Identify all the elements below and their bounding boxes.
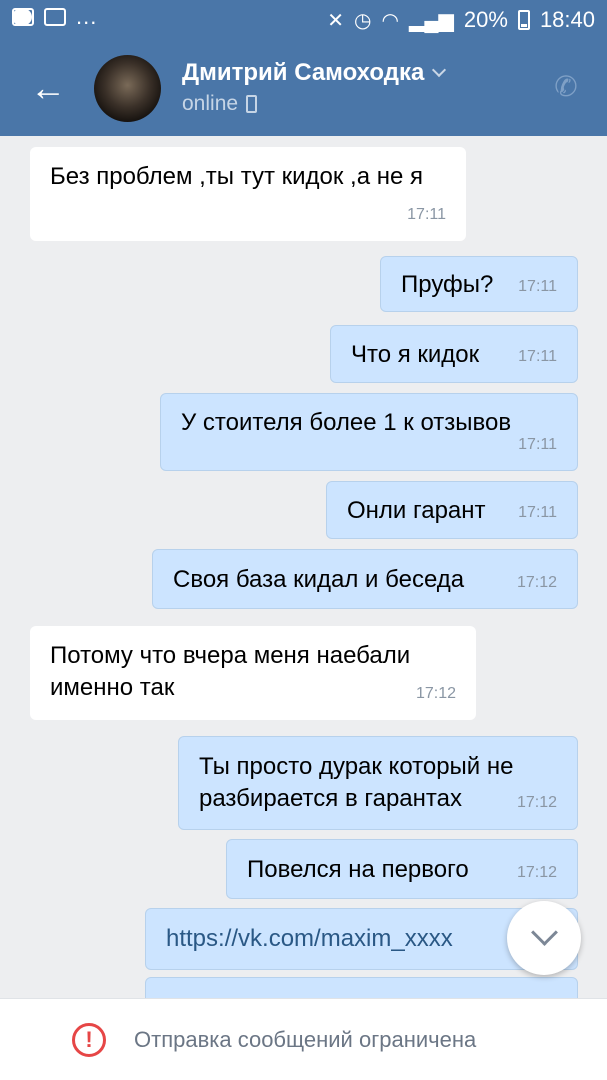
message-outgoing[interactable]: Онли гарант 17:11 (326, 481, 578, 539)
message-time: 17:12 (516, 864, 557, 881)
battery-icon (517, 10, 530, 30)
status-text: online (182, 92, 239, 115)
wifi-icon: ◠ (381, 9, 399, 32)
message-link[interactable]: https://vk.com/maxim_xxxx (166, 923, 557, 955)
avatar[interactable] (94, 55, 161, 122)
contact-status: online (182, 92, 258, 116)
message-time: 17:12 (415, 685, 456, 702)
warning-icon: ! (72, 1023, 106, 1057)
message-outgoing[interactable]: Что я кидок 17:11 (330, 325, 578, 383)
message-time: 17:11 (407, 206, 446, 223)
alarm-icon: ◷ (354, 9, 372, 32)
message-time: 17:12 (516, 794, 557, 811)
phone-call-icon[interactable]: ✆ (551, 72, 581, 102)
chevron-down-icon[interactable] (432, 62, 447, 78)
message-outgoing[interactable]: У стоителя более 1 к отзывов 17:11 (160, 393, 578, 471)
message-text: Без проблем ,ты тут кидок ,а не я (50, 163, 423, 190)
message-notification-icon (44, 8, 66, 26)
message-outgoing[interactable]: Пруфы? 17:11 (380, 256, 578, 312)
message-time: 17:12 (516, 574, 557, 591)
scroll-down-button[interactable] (507, 901, 581, 975)
message-list[interactable]: Без проблем ,ты тут кидок ,а не я 17:11 … (0, 136, 607, 998)
contact-name[interactable]: Дмитрий Самоходка (182, 59, 447, 87)
chat-header: ← Дмитрий Самоходка online ✆ (0, 40, 607, 136)
message-outgoing[interactable]: Ты просто дурак который не разбирается в… (178, 736, 578, 830)
battery-percent: 20% (463, 7, 508, 32)
message-outgoing-partial[interactable] (145, 977, 578, 998)
signal-icon: ▂▄▆ (408, 9, 454, 32)
chat-notification-icon (12, 8, 32, 26)
message-text: Ты просто дурак который не разбирается в… (199, 753, 514, 812)
message-text: Своя база кидал и беседа (173, 566, 465, 593)
message-time: 17:11 (518, 504, 557, 521)
restriction-text: Отправка сообщений ограничена (134, 1027, 477, 1052)
contact-name-text: Дмитрий Самоходка (182, 59, 425, 86)
message-outgoing[interactable]: Повелся на первого 17:12 (226, 839, 578, 899)
message-incoming[interactable]: Потому что вчера меня наебали именно так… (30, 626, 476, 720)
message-text: Потому что вчера меня наебали именно так (50, 642, 411, 701)
composer-disabled-bar: ! Отправка сообщений ограничена (0, 998, 607, 1080)
message-time: 17:11 (518, 436, 557, 453)
more-notifications-icon: ... (76, 4, 98, 29)
message-time: 17:11 (518, 348, 557, 365)
message-outgoing[interactable]: Своя база кидал и беседа 17:12 (152, 549, 578, 609)
mobile-device-icon (246, 95, 258, 113)
back-arrow-icon[interactable]: ← (28, 68, 68, 108)
message-incoming[interactable]: Без проблем ,ты тут кидок ,а не я 17:11 (30, 147, 466, 241)
message-text: У стоителя более 1 к отзывов (181, 409, 512, 436)
mute-icon: ✕ (327, 9, 345, 32)
clock: 18:40 (539, 7, 595, 32)
message-time: 17:11 (518, 278, 557, 295)
status-bar: ... ✕ ◷ ◠ ▂▄▆ 20% 18:40 (0, 0, 607, 40)
message-text: Повелся на первого (247, 856, 469, 883)
